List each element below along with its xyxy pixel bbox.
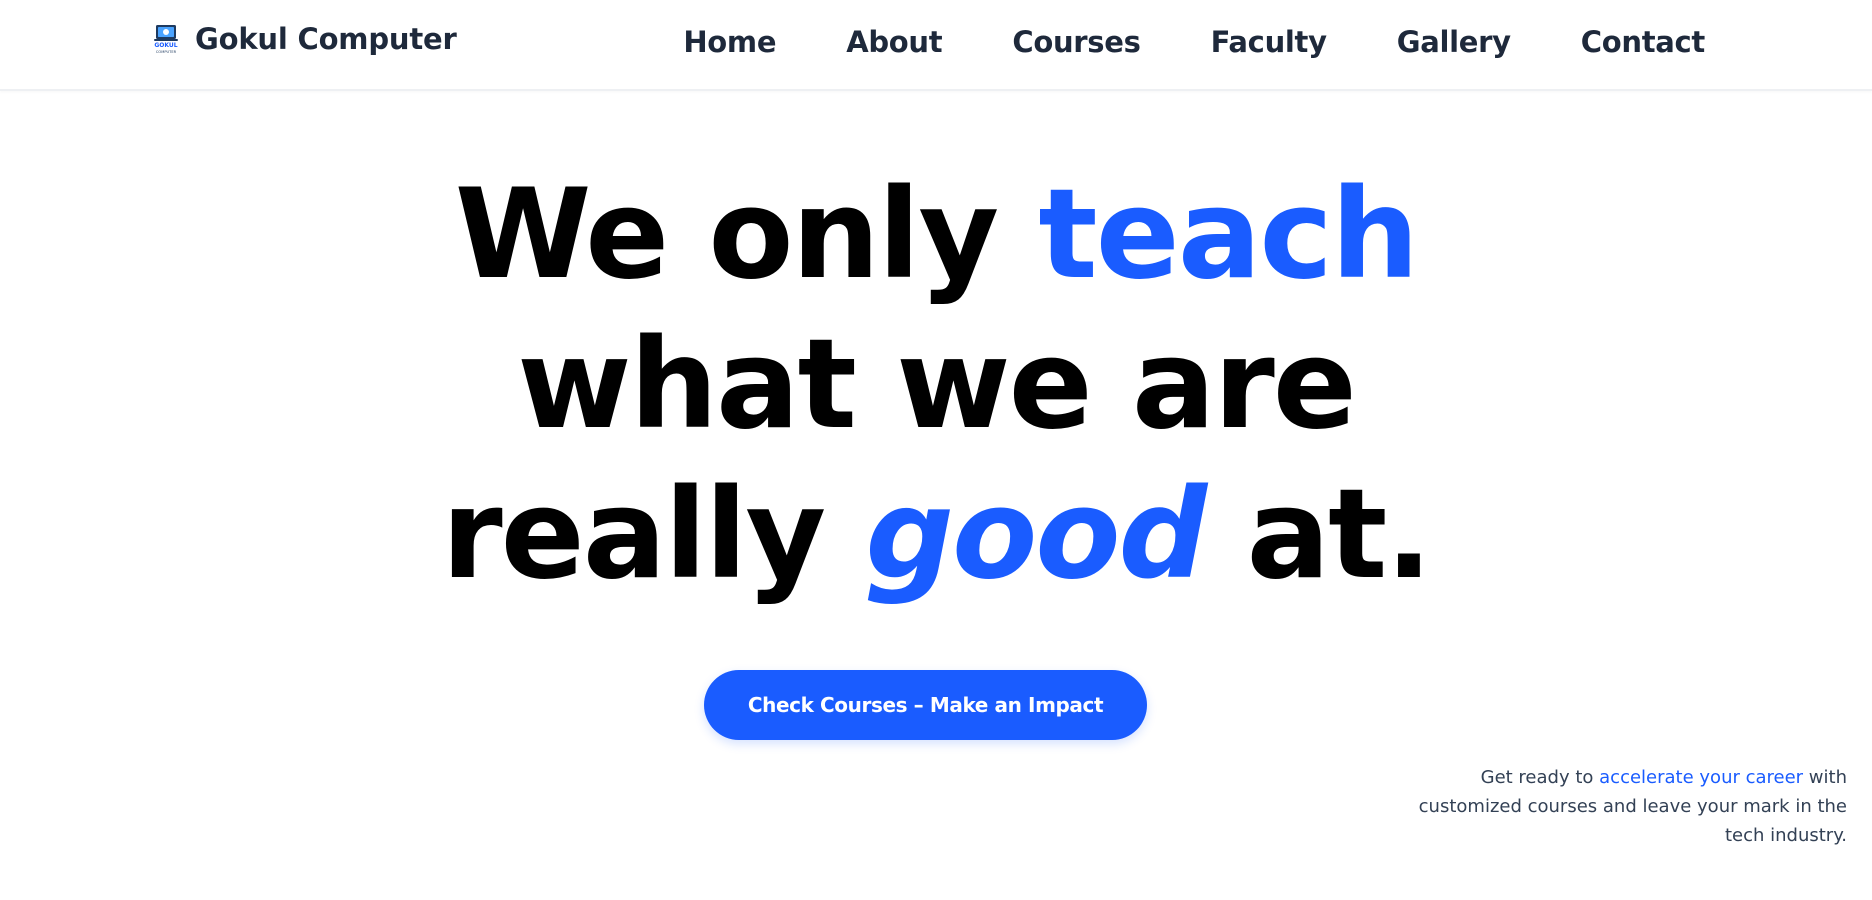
headline-line3: really good at. [441,463,1432,607]
nav-link-faculty[interactable]: Faculty [1211,22,1327,62]
computer-logo-icon: GOKUL COMPUTER [154,25,178,54]
headline-line2: what we are [517,313,1357,457]
check-courses-button[interactable]: Check Courses – Make an Impact [704,670,1147,740]
logo-text-top: GOKUL [154,42,177,49]
headline-highlight-teach: teach [1038,163,1419,307]
headline-text: We only [454,163,1039,307]
nav-link-about[interactable]: About [846,22,942,62]
navbar: GOKUL COMPUTER Gokul Computer Home About… [0,0,1872,91]
brand-name: Gokul Computer [195,22,457,56]
hero-tagline: Get ready to accelerate your career with… [1407,763,1847,850]
main-nav: Home About Courses Faculty Gallery Conta… [613,22,1705,62]
nav-link-courses[interactable]: Courses [1012,22,1141,62]
tagline-highlight: accelerate your career [1599,767,1804,788]
hero-headline: We only teach what we are really good at… [0,160,1872,610]
nav-link-contact[interactable]: Contact [1581,22,1706,62]
headline-highlight-good: good [865,463,1207,607]
nav-link-gallery[interactable]: Gallery [1397,22,1511,62]
brand-link[interactable]: GOKUL COMPUTER Gokul Computer [151,22,457,56]
hero-section: We only teach what we are really good at… [0,160,1872,610]
headline-text: really [441,463,866,607]
logo-text-bottom: COMPUTER [156,50,177,54]
tagline-text: Get ready to [1480,767,1600,788]
headline-line1: We only teach [454,163,1419,307]
headline-text: at. [1205,463,1432,607]
nav-link-home[interactable]: Home [683,22,776,62]
